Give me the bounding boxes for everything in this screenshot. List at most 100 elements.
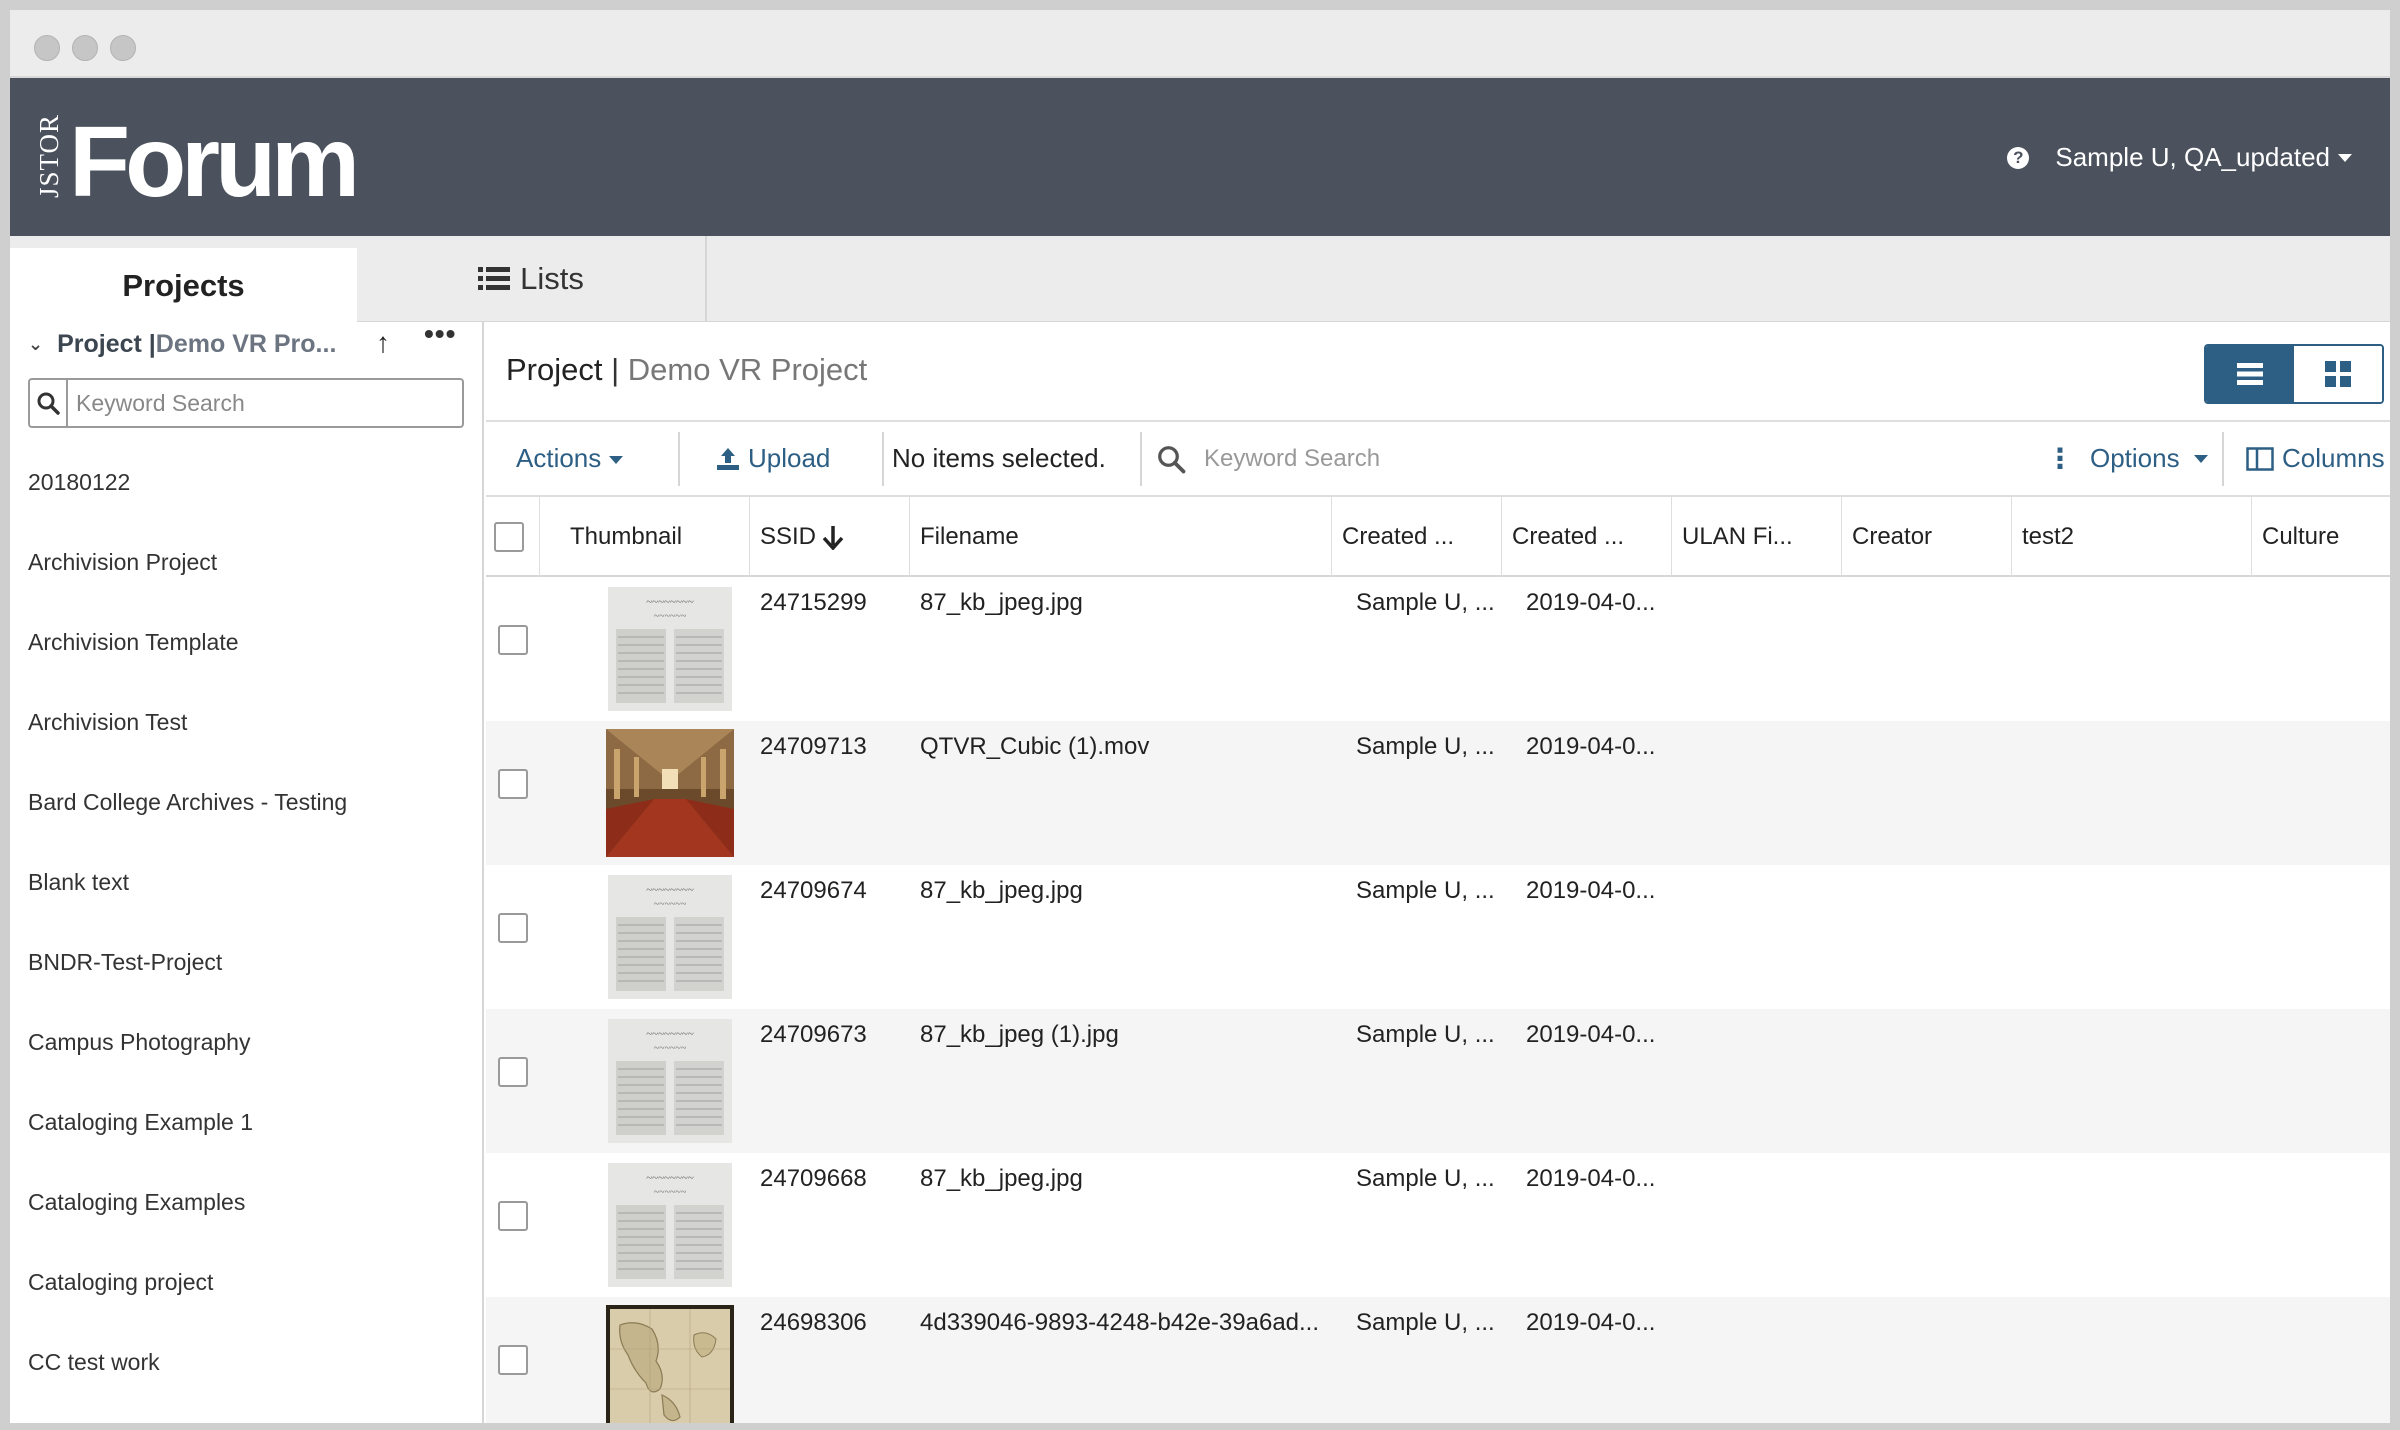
window-chrome (10, 10, 2390, 78)
table-header: Thumbnail SSID Filename Created ... Crea… (486, 497, 2390, 577)
maximize-window-icon[interactable] (110, 35, 136, 61)
cell-filename: 87_kb_jpeg.jpg (920, 589, 1083, 616)
grid-search (1156, 444, 1704, 474)
newspaper-thumbnail[interactable]: ~~~~~~~~ ~~~~~~ (606, 873, 734, 1001)
cell-ssid: 24709668 (760, 1165, 867, 1192)
project-list-item[interactable]: Campus Photography (10, 1002, 482, 1082)
column-header-ulan[interactable]: ULAN Fi... (1672, 497, 1842, 577)
column-header-ssid-label: SSID (760, 523, 817, 550)
newspaper-thumbnail[interactable]: ~~~~~~~~ ~~~~~~ (606, 1017, 734, 1145)
newspaper-thumbnail[interactable]: ~~~~~~~~ ~~~~~~ (606, 585, 734, 713)
chevron-down-icon (2193, 454, 2208, 463)
actions-dropdown[interactable]: Actions (516, 443, 624, 474)
close-window-icon[interactable] (34, 35, 60, 61)
page-title: Project | Demo VR Project (506, 352, 867, 388)
cell-created-on: 2019-04-0... (1526, 1021, 1656, 1048)
row-checkbox[interactable] (498, 769, 528, 799)
minimize-window-icon[interactable] (72, 35, 98, 61)
cell-ssid: 24698306 (760, 1309, 867, 1336)
grid-search-input[interactable] (1204, 444, 1704, 473)
project-list-item[interactable]: Cataloging Example 1 (10, 1082, 482, 1162)
sort-up-arrow-icon[interactable]: ↑ (376, 327, 390, 359)
chevron-down-icon[interactable]: ⌄ (28, 334, 43, 355)
svg-text:~~~~~~: ~~~~~~ (654, 1043, 687, 1054)
options-dropdown[interactable]: ⋮ Options (2046, 442, 2208, 475)
project-list-item[interactable]: Cataloging Examples (10, 1162, 482, 1242)
cell-filename: 87_kb_jpeg.jpg (920, 1165, 1083, 1192)
toolbar: Actions Upload No items selected. ⋮ Opti… (486, 422, 2390, 497)
project-list-item[interactable]: Cataloging project (10, 1242, 482, 1322)
table-body: ~~~~~~~~ ~~~~~~ 24715299 87_kb_jpeg.jpg S… (486, 577, 2390, 1423)
project-list-item[interactable]: Blank text (10, 842, 482, 922)
svg-text:~~~~~~~~: ~~~~~~~~ (646, 1028, 694, 1040)
project-list-item[interactable]: Archivision Test (10, 682, 482, 762)
row-checkbox[interactable] (498, 625, 528, 655)
cell-created-by: Sample U, ... (1356, 877, 1495, 904)
table-row[interactable]: 24698306 4d339046-9893-4248-b42e-39a6ad.… (486, 1297, 2390, 1423)
mosque-interior-thumbnail[interactable] (606, 729, 734, 857)
table-row[interactable]: ~~~~~~~~ ~~~~~~ 24715299 87_kb_jpeg.jpg S… (486, 577, 2390, 721)
cell-created-by: Sample U, ... (1356, 1309, 1495, 1336)
grid-view-button[interactable] (2294, 346, 2382, 402)
project-list-item[interactable]: Bard College Archives - Testing (10, 762, 482, 842)
row-checkbox[interactable] (498, 1201, 528, 1231)
cell-ssid: 24709713 (760, 733, 867, 760)
cell-ssid: 24715299 (760, 589, 867, 616)
project-list-item[interactable]: CC test work (10, 1322, 482, 1402)
search-icon (1158, 445, 1186, 473)
row-checkbox[interactable] (498, 913, 528, 943)
column-header-culture[interactable]: Culture (2252, 497, 2390, 577)
list-view-button[interactable] (2206, 346, 2294, 402)
tab-lists[interactable]: Lists (357, 236, 707, 322)
user-name[interactable]: Sample U, QA_updated (2055, 142, 2330, 173)
sidebar-search-input[interactable] (68, 380, 462, 426)
svg-text:~~~~~~: ~~~~~~ (654, 1187, 687, 1198)
column-header-created-on[interactable]: Created ... (1502, 497, 1672, 577)
project-list-item[interactable]: Archivision Template (10, 602, 482, 682)
tab-projects[interactable]: Projects (10, 248, 357, 323)
project-list-item[interactable]: BNDR-Test-Project (10, 922, 482, 1002)
newspaper-thumbnail[interactable]: ~~~~~~~~ ~~~~~~ (606, 1161, 734, 1289)
nav-tabs: Projects Lists (10, 236, 2390, 323)
user-menu[interactable]: ? Sample U, QA_updated (2007, 142, 2352, 173)
column-header-test2[interactable]: test2 (2012, 497, 2252, 577)
column-header-thumbnail[interactable]: Thumbnail (540, 497, 750, 577)
column-header-ssid[interactable]: SSID (750, 497, 910, 577)
more-options-icon[interactable]: ••• (424, 318, 456, 350)
column-header-creator[interactable]: Creator (1842, 497, 2012, 577)
table-row[interactable]: ~~~~~~~~ ~~~~~~ 24709673 87_kb_jpeg (1).j… (486, 1009, 2390, 1153)
column-header-created-by[interactable]: Created ... (1332, 497, 1502, 577)
cell-filename: 4d339046-9893-4248-b42e-39a6ad... (920, 1309, 1320, 1336)
projects-sidebar: ⌄ Project | Demo VR Pro... ↑ ••• 2018012… (10, 318, 484, 1423)
row-checkbox[interactable] (498, 1345, 528, 1375)
forum-logo[interactable]: JSTOR Forum (34, 112, 360, 212)
project-list-item[interactable]: Archivision Project (10, 522, 482, 602)
column-header-filename[interactable]: Filename (910, 497, 1332, 577)
columns-button[interactable]: Columns (2246, 443, 2385, 474)
table-row[interactable]: 24709713 QTVR_Cubic (1).mov Sample U, ..… (486, 721, 2390, 865)
view-toggle (2204, 344, 2384, 404)
row-checkbox[interactable] (498, 1057, 528, 1087)
sidebar-project-header[interactable]: ⌄ Project | Demo VR Pro... ↑ ••• (10, 318, 482, 366)
table-row[interactable]: ~~~~~~~~ ~~~~~~ 24709674 87_kb_jpeg.jpg S… (486, 865, 2390, 1009)
sidebar-title-prefix: Project | (57, 329, 156, 358)
list-icon (478, 267, 511, 290)
project-list-item[interactable]: 20180122 (10, 442, 482, 522)
sort-down-arrow-icon (822, 526, 844, 550)
antique-map-thumbnail[interactable] (606, 1305, 734, 1423)
cell-ssid: 24709673 (760, 1021, 867, 1048)
columns-label: Columns (2282, 443, 2385, 473)
cell-created-on: 2019-04-0... (1526, 733, 1656, 760)
table-row[interactable]: ~~~~~~~~ ~~~~~~ 24709668 87_kb_jpeg.jpg S… (486, 1153, 2390, 1297)
upload-button[interactable]: Upload (716, 443, 830, 474)
cell-filename: QTVR_Cubic (1).mov (920, 733, 1150, 760)
toolbar-divider (2222, 432, 2224, 486)
search-icon (30, 380, 68, 426)
logo-jstor-text: JSTOR (34, 113, 64, 198)
selection-status: No items selected. (892, 443, 1106, 473)
columns-icon (2246, 446, 2274, 471)
help-icon[interactable]: ? (2007, 146, 2030, 169)
select-all-checkbox[interactable] (494, 522, 524, 552)
app-window: JSTOR Forum ? Sample U, QA_updated Proje… (10, 10, 2390, 1423)
cell-created-by: Sample U, ... (1356, 589, 1495, 616)
